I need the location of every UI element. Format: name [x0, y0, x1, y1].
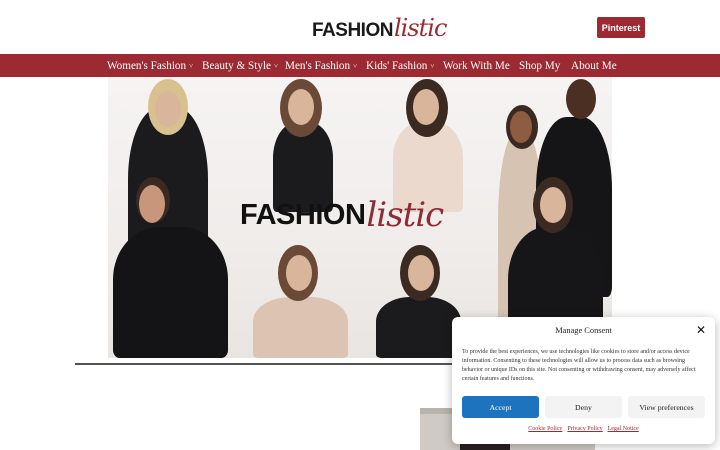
pinterest-button[interactable]: Pinterest: [597, 17, 645, 38]
chevron-down-icon: ˅: [430, 62, 435, 70]
hero-logo: FASHION listic: [240, 195, 444, 235]
site-header: FASHION listic Pinterest: [0, 0, 720, 54]
nav-item-label: Men's Fashion: [285, 59, 351, 72]
close-icon[interactable]: ✕: [694, 323, 708, 337]
consent-dialog: Manage Consent ✕ To provide the best exp…: [452, 317, 715, 444]
site-logo[interactable]: FASHION listic: [312, 9, 447, 45]
model-face: [566, 79, 596, 119]
model-figure: [253, 297, 348, 358]
logo-script-text: listic: [393, 14, 447, 42]
main-nav: Women's Fashion ˅ Beauty & Style ˅ Men's…: [0, 54, 720, 77]
chevron-down-icon: ˅: [273, 62, 278, 70]
hero-logo-script: listic: [366, 195, 444, 235]
model-face: [286, 255, 312, 291]
model-face: [408, 255, 434, 291]
consent-body-text: To provide the best experiences, we use …: [462, 349, 696, 383]
hero-image: FASHION listic: [108, 77, 612, 358]
nav-item-label: About Me: [571, 59, 617, 72]
model-face: [139, 185, 165, 223]
nav-item-label: Shop My: [519, 59, 561, 72]
model-figure: [376, 297, 461, 358]
hero-logo-main: FASHION: [240, 198, 366, 231]
nav-item-label: Work With Me: [443, 59, 510, 72]
nav-item-womens-fashion[interactable]: Women's Fashion ˅: [107, 54, 193, 77]
privacy-policy-link[interactable]: Privacy Policy: [567, 426, 602, 432]
model-face: [155, 91, 181, 127]
accept-button[interactable]: Accept: [462, 396, 539, 418]
chevron-down-icon: ˅: [353, 62, 358, 70]
model-face: [510, 111, 532, 143]
view-preferences-button[interactable]: View preferences: [628, 396, 705, 418]
nav-item-shop-my[interactable]: Shop My: [519, 54, 560, 77]
nav-item-label: Women's Fashion: [107, 59, 187, 72]
deny-button[interactable]: Deny: [545, 396, 622, 418]
model-face: [540, 187, 566, 223]
model-face: [413, 89, 439, 125]
consent-title: Manage Consent: [555, 326, 612, 335]
consent-links: Cookie Policy Privacy Policy Legal Notic…: [452, 426, 715, 432]
logo-main-text: FASHION: [312, 20, 393, 41]
legal-notice-link[interactable]: Legal Notice: [608, 426, 639, 432]
nav-item-about-me[interactable]: About Me: [571, 54, 617, 77]
nav-item-beauty-style[interactable]: Beauty & Style ˅: [202, 54, 278, 77]
model-figure: [113, 227, 228, 358]
nav-item-label: Beauty & Style: [202, 59, 271, 72]
chevron-down-icon: ˅: [189, 62, 194, 70]
cookie-policy-link[interactable]: Cookie Policy: [528, 426, 562, 432]
nav-item-work-with-me[interactable]: Work With Me: [443, 54, 510, 77]
nav-item-mens-fashion[interactable]: Men's Fashion ˅: [285, 54, 357, 77]
nav-item-kids-fashion[interactable]: Kids' Fashion ˅: [366, 54, 434, 77]
model-face: [288, 89, 314, 125]
nav-item-label: Kids' Fashion: [366, 59, 428, 72]
